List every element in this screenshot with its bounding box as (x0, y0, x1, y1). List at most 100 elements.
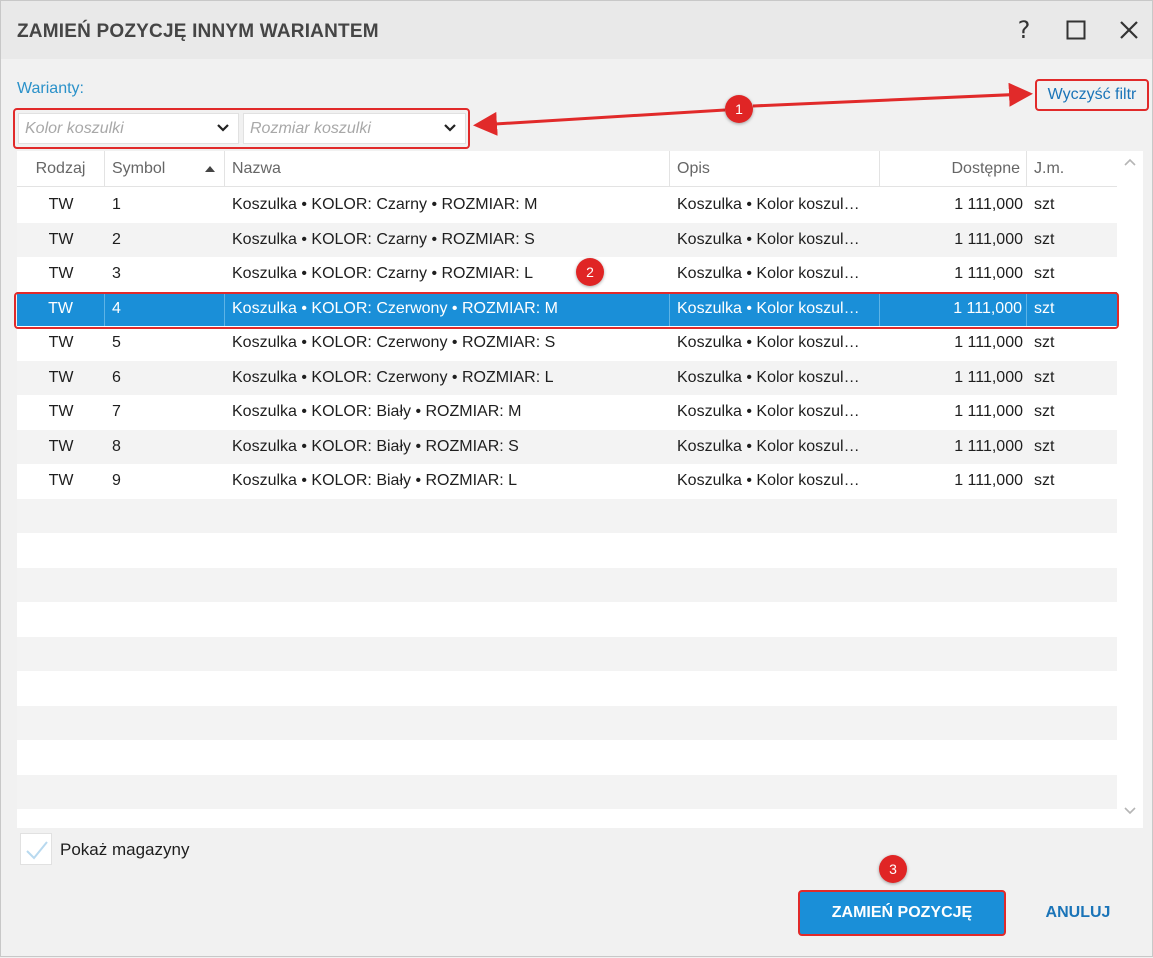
cell-rodzaj: TW (17, 291, 105, 326)
cell-nazwa: Koszulka • KOLOR: Biały • ROZMIAR: S (232, 437, 519, 455)
cell-symbol: 2 (112, 230, 121, 248)
cell-jm: szt (1034, 437, 1055, 455)
empty-row (17, 740, 1117, 775)
column-header-symbol[interactable]: Symbol (105, 151, 225, 187)
cell-opis: Koszulka • Kolor koszul… (677, 265, 860, 283)
annotation-badge-1: 1 (725, 95, 753, 123)
cell-symbol: 5 (112, 334, 121, 352)
cell-rodzaj: TW (48, 368, 74, 386)
cell-jm: szt (1034, 368, 1055, 386)
grid-header: Rodzaj Symbol Nazwa Opis Dostępne J.m. (17, 151, 1117, 187)
empty-row (17, 636, 1117, 671)
cell-nazwa: Koszulka • KOLOR: Biały • ROZMIAR: M (232, 403, 522, 421)
help-icon: ? (1017, 16, 1031, 44)
table-row[interactable]: TW 3 Koszulka • KOLOR: Czarny • ROZMIAR: L… (17, 257, 1117, 292)
cell-opis: Koszulka • Kolor koszul… (677, 368, 860, 386)
cell-nazwa: Koszulka • KOLOR: Biały • ROZMIAR: L (232, 472, 518, 490)
table-row[interactable]: TW 9 Koszulka • KOLOR: Biały • ROZMIAR: L K… (17, 464, 1117, 499)
cell-jm: szt (1034, 265, 1055, 283)
cell-rodzaj: TW (48, 196, 74, 214)
column-header-opis[interactable]: Opis (670, 151, 880, 187)
table-row[interactable]: TW 7 Koszulka • KOLOR: Biały • ROZMIAR: M K… (17, 395, 1117, 430)
column-header-nazwa[interactable]: Nazwa (225, 151, 670, 187)
cell-dostepne: 1 111,000 (954, 437, 1023, 455)
maximize-icon (1066, 20, 1086, 40)
column-header-rodzaj[interactable]: Rodzaj (17, 151, 105, 187)
cell-symbol: 4 (105, 291, 225, 326)
cell-symbol: 7 (112, 403, 121, 421)
color-filter-placeholder: Kolor koszulki (25, 119, 124, 137)
close-button[interactable] (1114, 15, 1144, 45)
clear-filter-link[interactable]: Wyczyść filtr (1035, 79, 1149, 111)
cell-opis: Koszulka • Kolor koszul… (677, 437, 860, 455)
size-filter-select[interactable]: Rozmiar koszulki (243, 113, 466, 144)
cell-nazwa: Koszulka • KOLOR: Czarny • ROZMIAR: S (232, 230, 535, 248)
color-filter-select[interactable]: Kolor koszulki (18, 113, 239, 144)
checkmark-icon (26, 841, 48, 860)
table-row[interactable]: TW 2 Koszulka • KOLOR: Czarny • ROZMIAR: S… (17, 222, 1117, 257)
annotation-badge-3: 3 (879, 855, 907, 883)
variants-label: Warianty: (17, 80, 84, 97)
chevron-down-icon (217, 124, 229, 132)
help-button[interactable]: ? (1009, 15, 1039, 45)
cell-dostepne: 1 111,000 (954, 472, 1023, 490)
cell-rodzaj: TW (48, 230, 74, 248)
cell-jm: szt (1034, 334, 1055, 352)
show-warehouses-label: Pokaż magazyny (60, 840, 190, 859)
cell-rodzaj: TW (48, 437, 74, 455)
cell-dostepne: 1 111,000 (954, 403, 1023, 421)
table-row-selected[interactable]: TW 4 Koszulka • KOLOR: Czerwony • ROZMIAR:… (17, 291, 1117, 326)
dialog-title: ZAMIEŃ POZYCJĘ INNYM WARIANTEM (17, 21, 379, 42)
close-icon (1120, 21, 1138, 39)
cell-opis: Koszulka • Kolor koszul… (677, 334, 860, 352)
annotation-badge-2: 2 (576, 258, 604, 286)
cell-opis: Koszulka • Kolor koszul… (677, 196, 860, 214)
cell-symbol: 1 (112, 196, 121, 214)
cell-nazwa: Koszulka • KOLOR: Czerwony • ROZMIAR: S (232, 334, 556, 352)
scroll-up-icon[interactable] (1123, 157, 1137, 167)
replace-variant-dialog: ZAMIEŃ POZYCJĘ INNYM WARIANTEM ? Wariant… (0, 0, 1153, 957)
cell-symbol: 8 (112, 437, 121, 455)
cell-dostepne: 1 111,000 (954, 265, 1023, 283)
cell-dostepne: 1 111,000 (880, 291, 1027, 326)
replace-position-button[interactable]: ZAMIEŃ POZYCJĘ (798, 890, 1006, 936)
cell-dostepne: 1 111,000 (954, 368, 1023, 386)
cell-jm: szt (1034, 403, 1055, 421)
sort-ascending-icon (205, 166, 215, 172)
dialog-titlebar: ZAMIEŃ POZYCJĘ INNYM WARIANTEM ? (1, 1, 1152, 59)
annotation-arrow-to-filters (473, 108, 726, 136)
table-row[interactable]: TW 8 Koszulka • KOLOR: Biały • ROZMIAR: S K… (17, 429, 1117, 464)
cell-opis: Koszulka • Kolor koszul… (670, 291, 880, 326)
size-filter-placeholder: Rozmiar koszulki (250, 119, 371, 137)
column-header-jm[interactable]: J.m. (1027, 151, 1117, 187)
cell-dostepne: 1 111,000 (954, 230, 1023, 248)
empty-row (17, 567, 1117, 602)
empty-row (17, 774, 1117, 809)
scroll-down-icon[interactable] (1123, 806, 1137, 816)
cell-jm: szt (1034, 472, 1055, 490)
cell-nazwa: Koszulka • KOLOR: Czarny • ROZMIAR: M (232, 196, 538, 214)
variants-grid: Rodzaj Symbol Nazwa Opis Dostępne J.m. T… (17, 151, 1143, 828)
cell-dostepne: 1 111,000 (954, 334, 1023, 352)
cell-jm: szt (1034, 230, 1055, 248)
empty-row (17, 498, 1117, 533)
cell-symbol: 9 (112, 472, 121, 490)
empty-row (17, 602, 1117, 637)
cancel-button[interactable]: ANULUJ (1033, 893, 1123, 933)
cell-rodzaj: TW (48, 472, 74, 490)
grid-scrollbar[interactable] (1117, 151, 1143, 828)
table-row[interactable]: TW 6 Koszulka • KOLOR: Czerwony • ROZMIAR:… (17, 360, 1117, 395)
maximize-button[interactable] (1061, 15, 1091, 45)
grid-rows: TW 1 Koszulka • KOLOR: Czarny • ROZMIAR: M… (17, 188, 1117, 809)
annotation-arrow-to-clear-filter (752, 82, 1033, 108)
cell-jm: szt (1034, 196, 1055, 214)
table-row[interactable]: TW 1 Koszulka • KOLOR: Czarny • ROZMIAR: M… (17, 188, 1117, 223)
column-header-dostepne[interactable]: Dostępne (880, 151, 1027, 187)
show-warehouses-checkbox[interactable] (20, 833, 52, 865)
empty-row (17, 705, 1117, 740)
empty-row (17, 671, 1117, 706)
cell-nazwa: Koszulka • KOLOR: Czerwony • ROZMIAR: M (225, 291, 670, 326)
table-row[interactable]: TW 5 Koszulka • KOLOR: Czerwony • ROZMIAR:… (17, 326, 1117, 361)
cell-rodzaj: TW (48, 265, 74, 283)
chevron-down-icon (444, 124, 456, 132)
